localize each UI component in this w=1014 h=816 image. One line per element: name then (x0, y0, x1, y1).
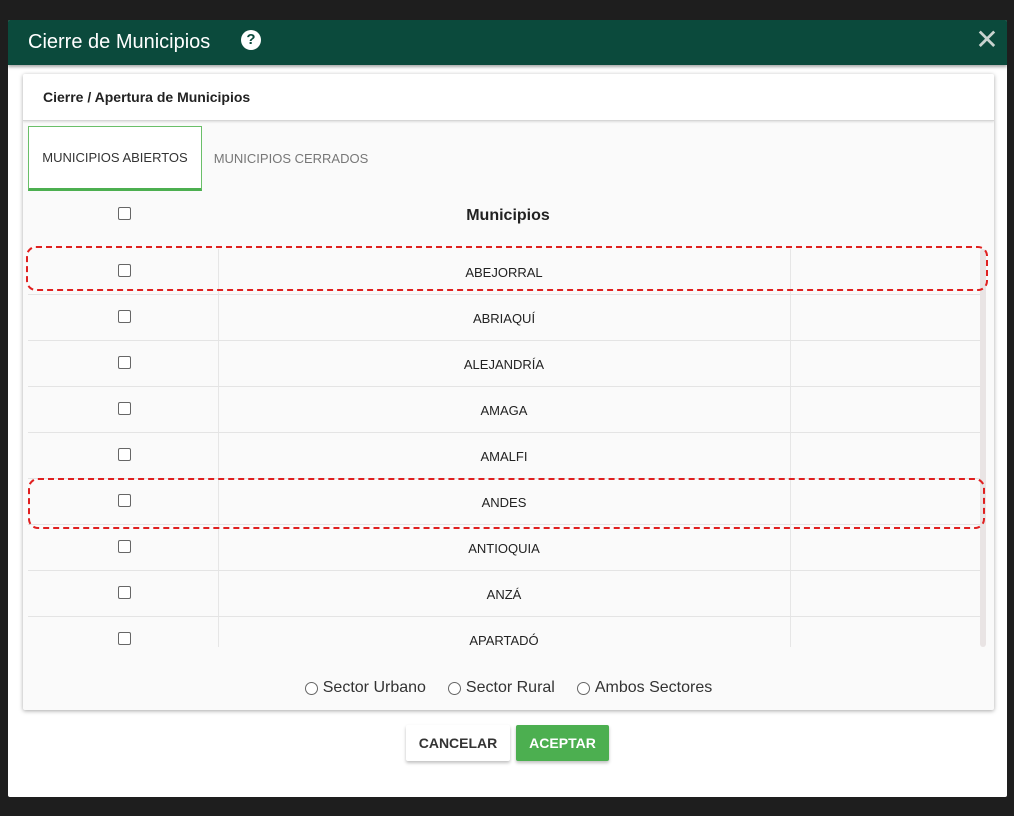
municipios-list: ABEJORRAL ABRIAQUÍ ALEJANDRÍA AMAGA AMALFI AN… (28, 249, 982, 647)
column-divider (790, 479, 791, 524)
table-row[interactable]: ABEJORRAL (28, 249, 982, 295)
table-row[interactable]: ALEJANDRÍA (28, 341, 982, 387)
municipio-name: ANZÁ (486, 587, 522, 602)
row-checkbox[interactable] (118, 310, 131, 323)
row-checkbox[interactable] (118, 586, 131, 599)
row-checkbox[interactable] (118, 402, 131, 415)
table-row[interactable]: ABRIAQUÍ (28, 295, 982, 341)
radio-label: Sector Urbano (322, 679, 426, 696)
row-checkbox[interactable] (118, 632, 131, 645)
municipio-name: APARTADÓ (469, 633, 539, 647)
modal-dialog: Cierre de Municipios ? ✕ Cierre / Apertu… (8, 20, 1007, 797)
sector-radio-group: Sector Urbano Sector Rural Ambos Sectore… (23, 678, 994, 698)
municipios-card: Cierre / Apertura de Municipios MUNICIPI… (23, 74, 994, 710)
column-divider (790, 433, 791, 478)
accept-button[interactable]: ACEPTAR (516, 725, 609, 761)
table-header: Municipios (28, 191, 982, 249)
table-row[interactable]: AMAGA (28, 387, 982, 433)
card-header: Cierre / Apertura de Municipios (23, 74, 994, 121)
municipio-name: ANDES (481, 495, 527, 510)
list-scrollbar[interactable] (980, 249, 986, 647)
row-checkbox[interactable] (118, 356, 131, 369)
table-row[interactable]: ANDES (28, 479, 982, 525)
table-row[interactable]: AMALFI (28, 433, 982, 479)
table-row[interactable]: APARTADÓ (28, 617, 982, 647)
column-divider (790, 525, 791, 570)
column-divider (790, 249, 791, 294)
column-divider (790, 295, 791, 340)
row-checkbox[interactable] (118, 448, 131, 461)
municipio-name: ABEJORRAL (465, 265, 543, 280)
municipio-name: ALEJANDRÍA (463, 357, 545, 372)
radio-button[interactable] (447, 681, 461, 695)
radio-sector-urbano[interactable]: Sector Urbano (304, 679, 426, 697)
close-icon[interactable]: ✕ (975, 25, 999, 55)
radio-label: Ambos Sectores (594, 679, 713, 696)
municipio-name: AMALFI (480, 449, 528, 464)
radio-label: Sector Rural (465, 679, 555, 696)
radio-button[interactable] (304, 681, 318, 695)
row-checkbox[interactable] (118, 540, 131, 553)
table-row[interactable]: ANTIOQUIA (28, 525, 982, 571)
column-divider (790, 341, 791, 386)
municipio-name: ANTIOQUIA (468, 541, 540, 556)
radio-button[interactable] (576, 681, 590, 695)
radio-ambos-sectores[interactable]: Ambos Sectores (576, 679, 713, 697)
modal-header: Cierre de Municipios ? ✕ (8, 20, 1007, 65)
municipio-name: AMAGA (480, 403, 528, 418)
column-divider (790, 571, 791, 616)
column-divider (790, 617, 791, 647)
table-row[interactable]: ANZÁ (28, 571, 982, 617)
modal-title: Cierre de Municipios (28, 31, 211, 53)
cancel-button[interactable]: CANCELAR (406, 725, 510, 761)
card-title: Cierre / Apertura de Municipios (43, 89, 251, 105)
row-checkbox[interactable] (118, 494, 131, 507)
tab-municipios-cerrados[interactable]: MUNICIPIOS CERRADOS (211, 126, 371, 191)
municipio-name: ABRIAQUÍ (472, 311, 536, 326)
tab-municipios-abiertos[interactable]: MUNICIPIOS ABIERTOS (28, 126, 202, 191)
help-icon[interactable]: ? (241, 30, 261, 50)
radio-sector-rural[interactable]: Sector Rural (447, 679, 555, 697)
column-divider (790, 387, 791, 432)
row-checkbox[interactable] (118, 264, 131, 277)
column-header-municipios: Municipios (466, 207, 550, 224)
